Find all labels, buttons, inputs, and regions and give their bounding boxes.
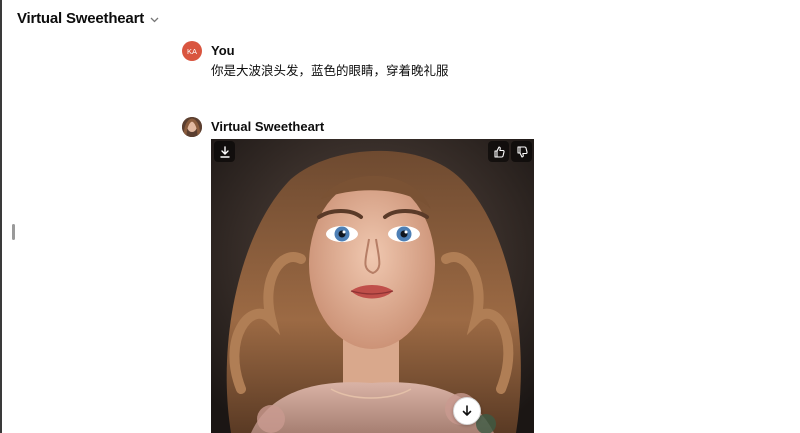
sidebar-toggle-handle[interactable] — [12, 224, 15, 240]
gpt-title-dropdown[interactable]: Virtual Sweetheart — [17, 10, 159, 27]
user-avatar: KA — [182, 41, 202, 61]
download-icon[interactable] — [214, 141, 235, 162]
user-author-name: You — [211, 43, 235, 58]
avatar-initials: KA — [186, 46, 197, 56]
page-title: Virtual Sweetheart — [17, 10, 145, 27]
app-window: Virtual Sweetheart KA You 你是大波浪头发，蓝色的眼睛，… — [0, 0, 798, 433]
portrait-image[interactable] — [211, 139, 534, 433]
chevron-down-icon — [150, 15, 159, 25]
thumbs-down-icon[interactable] — [511, 141, 532, 162]
thumbs-up-icon[interactable] — [488, 141, 509, 162]
assistant-author-name: Virtual Sweetheart — [211, 119, 325, 134]
portrait-avatar-icon — [182, 117, 202, 137]
user-message-text: 你是大波浪头发，蓝色的眼睛，穿着晚礼服 — [211, 63, 449, 78]
arrow-down-icon[interactable] — [453, 397, 481, 425]
